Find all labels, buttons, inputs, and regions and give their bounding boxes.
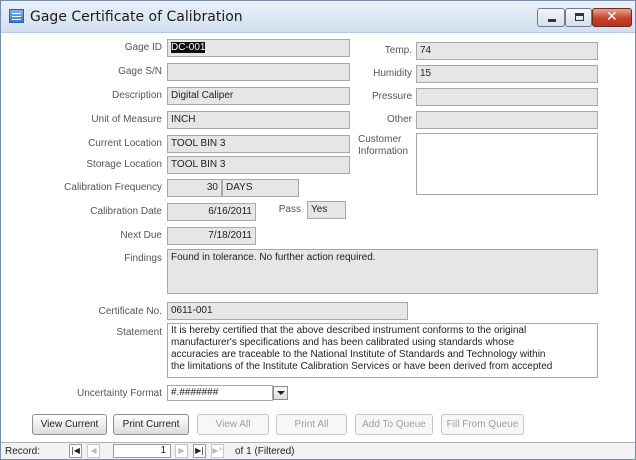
temp-label: Temp. [384,45,412,56]
cal-frequency-label: Calibration Frequency [64,182,162,193]
customer-info-label-line: Information [358,146,409,157]
print-current-button[interactable]: Print Current [113,414,189,435]
last-record-icon[interactable]: ▶| [193,444,206,458]
unit-label: Unit of Measure [91,114,162,125]
form-icon [9,9,24,23]
minimize-button[interactable] [537,8,565,27]
chevron-down-icon[interactable] [273,386,288,400]
current-location-field[interactable]: TOOL BIN 3 [167,135,350,153]
print-all-button[interactable]: Print All [276,414,347,435]
humidity-label: Humidity [373,68,412,79]
next-due-field[interactable]: 7/18/2011 [167,227,256,245]
cal-frequency-unit-field[interactable]: DAYS [222,179,299,197]
add-to-queue-button[interactable]: Add To Queue [355,414,433,435]
view-current-button[interactable]: View Current [32,414,107,435]
humidity-field[interactable]: 15 [416,65,598,83]
customer-info-label-line: Customer [358,134,402,145]
pass-label: Pass [278,204,301,215]
temp-field[interactable]: 74 [416,42,598,60]
current-record-input[interactable]: 1 [113,444,171,458]
pass-field[interactable]: Yes [307,201,346,219]
cal-date-field[interactable]: 6/16/2011 [167,203,256,221]
gage-id-label: Gage ID [124,42,162,53]
pressure-label: Pressure [371,91,412,102]
gage-sn-label: Gage S/N [118,66,162,77]
pressure-field[interactable] [416,88,598,106]
statement-line: manufacturer's specifications and has be… [171,337,515,348]
cert-no-label: Certificate No. [98,306,162,317]
close-icon: ✕ [606,9,618,25]
record-label: Record: [5,446,41,457]
customer-info-field[interactable] [416,133,598,195]
record-count-text: of 1 (Filtered) [235,446,295,457]
fill-from-queue-button[interactable]: Fill From Queue [441,414,524,435]
previous-record-icon[interactable]: ◀ [87,444,100,458]
new-record-icon[interactable]: ▶* [211,444,224,458]
view-all-button[interactable]: View All [197,414,269,435]
cal-frequency-field[interactable]: 30 [167,179,222,197]
cert-no-field[interactable]: 0611-001 [167,302,408,320]
unit-field[interactable]: INCH [167,111,350,129]
record-navigation-bar: Record: |◀ ◀ 1 ▶ ▶| ▶* of 1 (Filtered) [1,442,635,459]
statement-field[interactable]: It is hereby certified that the above de… [167,323,598,378]
close-button[interactable]: ✕ [592,8,632,27]
gage-sn-field[interactable] [167,63,350,81]
next-record-icon[interactable]: ▶ [175,444,188,458]
gage-id-value: DC-001 [171,42,206,53]
first-record-icon[interactable]: |◀ [69,444,82,458]
description-field[interactable]: Digital Caliper [167,87,350,105]
next-due-label: Next Due [120,230,162,241]
window-title: Gage Certificate of Calibration [30,9,243,25]
uncertainty-select[interactable]: #.####### [167,385,273,401]
statement-line: It is hereby certified that the above de… [171,325,527,336]
minimize-icon [548,19,556,22]
storage-location-label: Storage Location [86,159,162,170]
other-label: Other [386,114,412,125]
description-label: Description [111,90,162,101]
statement-line: accuracies are traceable to the National… [171,349,546,360]
gage-id-field[interactable]: DC-001 [167,39,350,57]
uncertainty-label: Uncertainty Format [76,388,162,399]
current-location-label: Current Location [88,138,162,149]
statement-label: Statement [116,327,162,338]
findings-field[interactable]: Found in tolerance. No further action re… [167,249,598,294]
customer-info-label: Customer Information [358,134,408,158]
maximize-icon [575,13,584,21]
storage-location-field[interactable]: TOOL BIN 3 [167,156,350,174]
findings-label: Findings [124,253,162,264]
maximize-button[interactable] [565,8,592,27]
other-field[interactable] [416,111,598,129]
title-bar[interactable]: Gage Certificate of Calibration ✕ [1,1,635,33]
certificate-window: Gage Certificate of Calibration ✕ Gage I… [0,0,636,460]
statement-line: the limitations of the Institute Calibra… [171,361,553,372]
cal-date-label: Calibration Date [90,206,162,217]
